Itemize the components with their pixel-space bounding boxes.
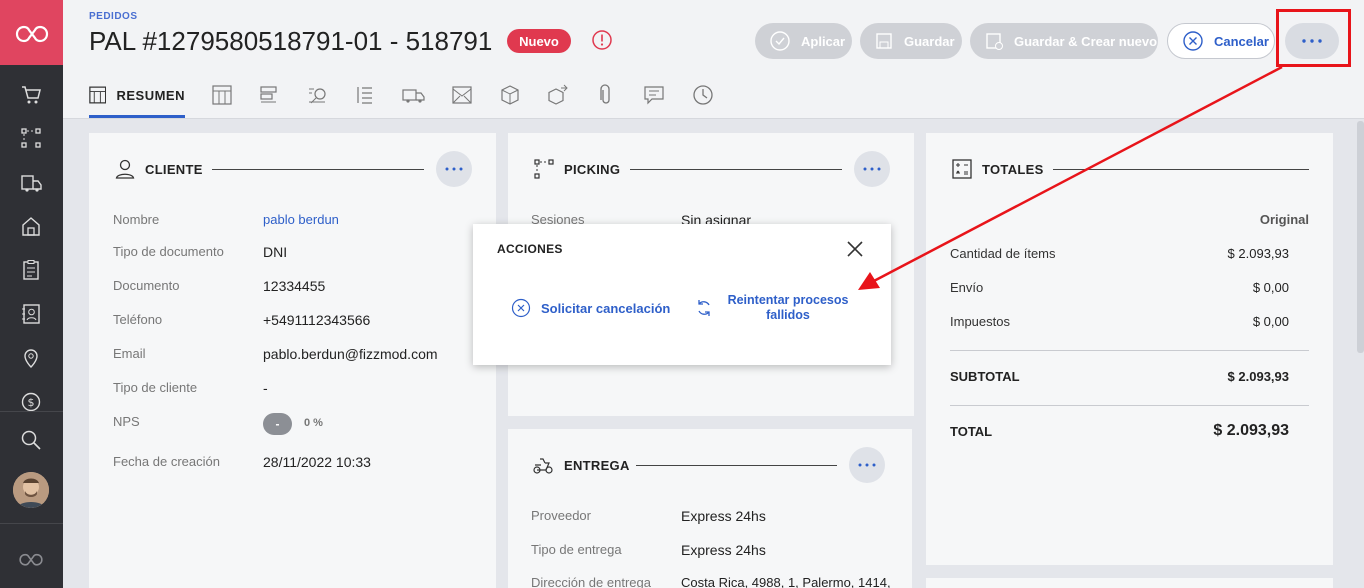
annotation-arrow bbox=[858, 65, 1283, 290]
